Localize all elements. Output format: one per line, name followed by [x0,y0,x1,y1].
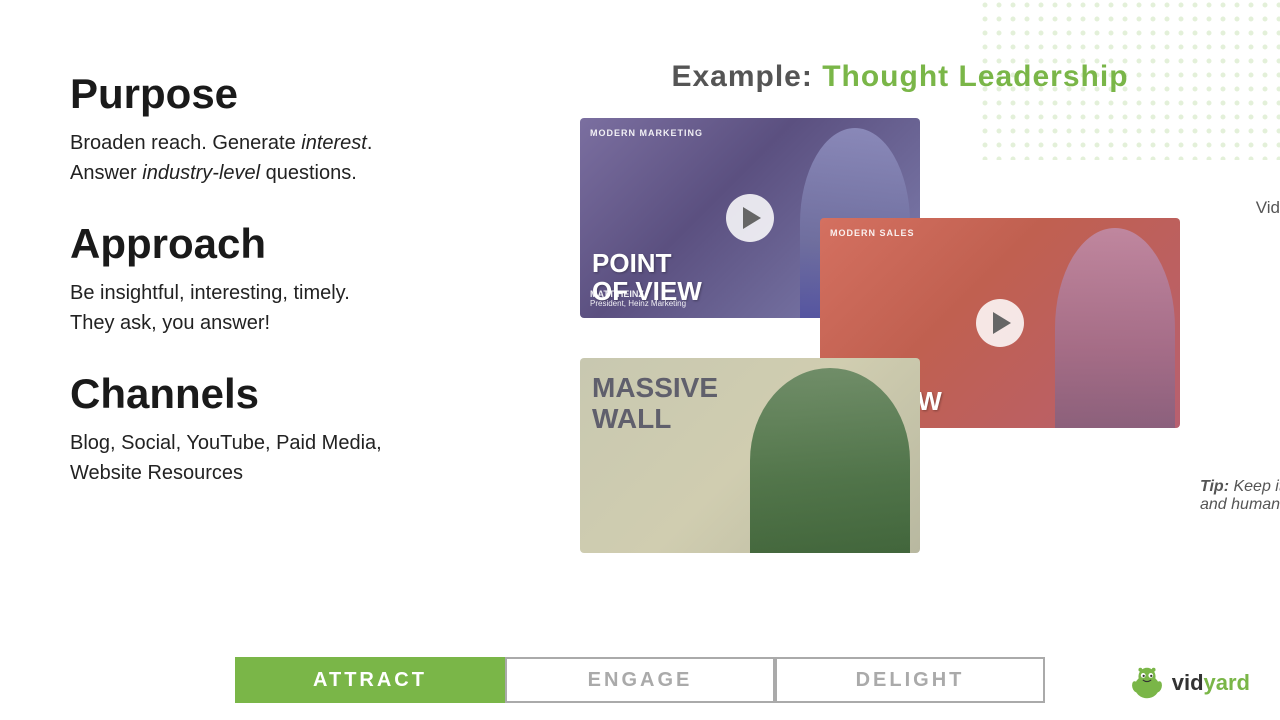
thumb-1-tag: MODERN MARKETING [590,128,703,138]
approach-section: Approach Be insightful, interesting, tim… [70,220,550,338]
approach-body-line1: Be insightful, interesting, timely. [70,282,350,304]
thumb-3-content: MASSIVE WALL [580,358,920,553]
thumb-3-massive-wall-text: MASSIVE WALL [592,373,718,435]
vidyard-mascot-icon [1128,664,1166,702]
thumb-2-person [1055,228,1175,428]
thumb-1-presenter-name: MATT HEINZ [590,289,686,299]
channels-body-line2: Website Resources [70,462,243,484]
thumb-1-presenter: MATT HEINZ President, Heinz Marketing [590,289,686,308]
annotation-vidyard-point-of-view: Vidyard’s “Point of View” [1256,198,1280,218]
channels-body-line1: Blog, Social, YouTube, Paid Media, [70,432,382,454]
tip-label: Tip: [1200,478,1229,495]
vidyard-logo-text: vidyard [1172,670,1250,696]
thumb-2-tag: MODERN SALES [830,228,915,238]
approach-body: Be insightful, interesting, timely. They… [70,278,550,338]
approach-body-line2: They ask, you answer! [70,312,270,334]
channels-title: Channels [70,370,550,418]
left-panel: Purpose Broaden reach. Generate interest… [70,70,550,520]
example-title: Example: Thought Leadership [560,60,1240,94]
purpose-body-line1: Broaden reach. Generate interest. [70,132,372,154]
thumbnails-area: MODERN MARKETING POINT OF VIEW MATT HEIN… [560,118,1240,568]
thumb-1-play-button[interactable] [726,194,774,242]
delight-button[interactable]: DELIGHT [775,657,1045,703]
purpose-title: Purpose [70,70,550,118]
thumbnails-container: MODERN MARKETING POINT OF VIEW MATT HEIN… [580,118,1220,568]
purpose-body: Broaden reach. Generate interest. Answer… [70,128,550,188]
thumb-3-person [750,368,910,553]
channels-body: Blog, Social, YouTube, Paid Media, Websi… [70,428,550,488]
thumbnail-3[interactable]: MASSIVE WALL [580,358,920,553]
example-label: Example: [671,60,812,93]
thought-leadership-label: Thought Leadership [822,60,1128,93]
wall-text: WALL [592,404,718,435]
approach-title: Approach [70,220,550,268]
purpose-section: Purpose Broaden reach. Generate interest… [70,70,550,188]
attract-button[interactable]: ATTRACT [235,657,505,703]
bottom-navigation: ATTRACT ENGAGE DELIGHT [0,650,1280,710]
vidyard-logo: vidyard [1128,664,1250,702]
massive-text: MASSIVE [592,373,718,404]
thumb-1-presenter-title: President, Heinz Marketing [590,299,686,308]
vidyard-text-part2: yard [1204,670,1250,695]
right-panel: Example: Thought Leadership MODERN MARKE… [560,60,1240,568]
engage-button[interactable]: ENGAGE [505,657,775,703]
purpose-body-line2: Answer industry-level questions. [70,162,357,184]
thumb-2-play-button[interactable] [976,299,1024,347]
channels-section: Channels Blog, Social, YouTube, Paid Med… [70,370,550,488]
vidyard-text-part1: vid [1172,670,1204,695]
